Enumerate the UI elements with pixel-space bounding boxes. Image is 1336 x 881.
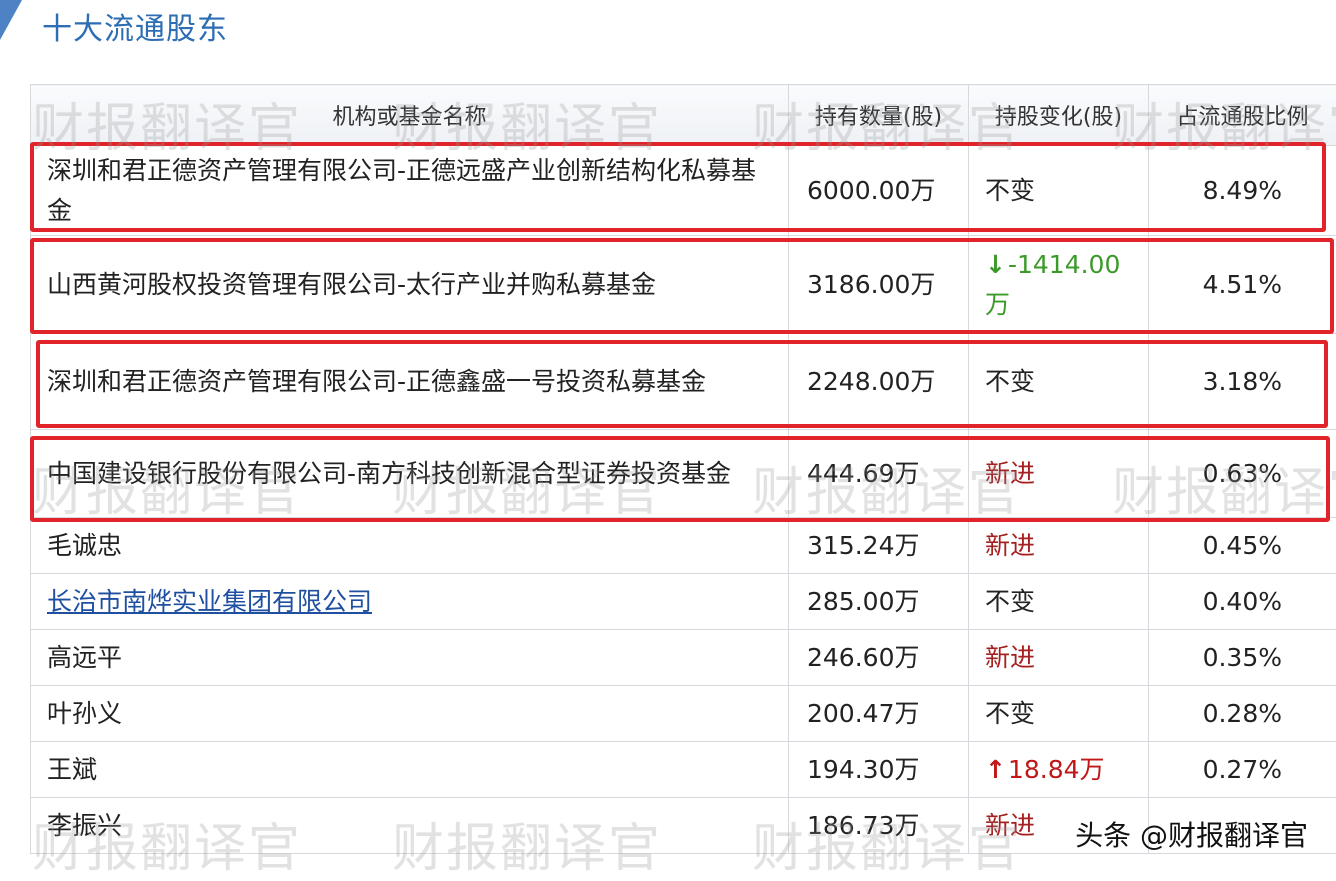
top-ten-shareholders-table: 机构或基金名称 持有数量(股) 持股变化(股) 占流通股比例 深圳和君正德资产管…: [30, 84, 1336, 854]
float-share-ratio-cell: 8.49%: [1149, 146, 1336, 236]
table-row: 中国建设银行股份有限公司-南方科技创新混合型证券投资基金 444.69万新进 0.6…: [31, 430, 1336, 518]
table-row: 毛诚忠 315.24万新进 0.45%: [31, 518, 1336, 574]
holding-quantity-cell: 194.30万: [789, 742, 969, 798]
shareholder-name-cell: 中国建设银行股份有限公司-南方科技创新混合型证券投资基金: [31, 430, 789, 518]
shareholder-name: 毛诚忠: [47, 531, 122, 560]
shareholder-name-cell: 毛诚忠: [31, 518, 789, 574]
table-row: 深圳和君正德资产管理有限公司-正德鑫盛一号投资私募基金 2248.00万不变 3.1…: [31, 334, 1336, 430]
shareholder-name: 深圳和君正德资产管理有限公司-正德鑫盛一号投资私募基金: [47, 367, 706, 396]
holding-change-cell: 新进: [969, 518, 1149, 574]
table-row: 深圳和君正德资产管理有限公司-正德远盛产业创新结构化私募基金 6000.00万不变…: [31, 146, 1336, 236]
float-share-ratio-cell: 0.35%: [1149, 630, 1336, 686]
header-quantity[interactable]: 持有数量(股): [789, 85, 969, 146]
holding-quantity-cell: 3186.00万: [789, 236, 969, 334]
holding-change-cell: ↓-1414.00万: [969, 236, 1149, 334]
shareholder-name-cell: 深圳和君正德资产管理有限公司-正德鑫盛一号投资私募基金: [31, 334, 789, 430]
header-institution-name[interactable]: 机构或基金名称: [31, 85, 789, 146]
float-share-ratio-cell: 0.63%: [1149, 430, 1336, 518]
shareholder-name-cell: 李振兴: [31, 798, 789, 854]
shareholder-name-cell: 深圳和君正德资产管理有限公司-正德远盛产业创新结构化私募基金: [31, 146, 789, 236]
table-row: 山西黄河股权投资管理有限公司-太行产业并购私募基金 3186.00万↓-1414.…: [31, 236, 1336, 334]
shareholder-name: 高远平: [47, 643, 122, 672]
shareholder-name: 中国建设银行股份有限公司-南方科技创新混合型证券投资基金: [47, 459, 731, 488]
holding-quantity-cell: 246.60万: [789, 630, 969, 686]
float-share-ratio-cell: 4.51%: [1149, 236, 1336, 334]
holding-change-cell: 不变: [969, 146, 1149, 236]
shareholder-name-cell[interactable]: 长治市南烨实业集团有限公司: [31, 574, 789, 630]
holding-change-value: 18.84万: [1008, 755, 1105, 784]
holding-quantity-cell: 315.24万: [789, 518, 969, 574]
holding-change-value: 新进: [985, 531, 1035, 560]
holding-change-value: 不变: [985, 176, 1035, 205]
float-share-ratio-cell: 3.18%: [1149, 334, 1336, 430]
float-share-ratio-cell: 0.45%: [1149, 518, 1336, 574]
holding-change-value: 新进: [985, 643, 1035, 672]
header-change[interactable]: 持股变化(股): [969, 85, 1149, 146]
arrow-down-icon: ↓: [985, 250, 1006, 279]
table-row: 长治市南烨实业集团有限公司 285.00万不变 0.40%: [31, 574, 1336, 630]
source-watermark-label: 头条 @财报翻译官: [1075, 814, 1308, 854]
shareholder-name-link[interactable]: 长治市南烨实业集团有限公司: [47, 587, 372, 616]
shareholder-name-cell: 叶孙义: [31, 686, 789, 742]
holding-quantity-cell: 200.47万: [789, 686, 969, 742]
shareholder-name: 深圳和君正德资产管理有限公司-正德远盛产业创新结构化私募基金: [47, 156, 756, 225]
holding-quantity-cell: 444.69万: [789, 430, 969, 518]
holding-change-value: 新进: [985, 811, 1035, 840]
shareholders-table-container: 机构或基金名称 持有数量(股) 持股变化(股) 占流通股比例 深圳和君正德资产管…: [30, 84, 1336, 854]
float-share-ratio-cell: 0.28%: [1149, 686, 1336, 742]
holding-quantity-cell: 2248.00万: [789, 334, 969, 430]
holding-change-cell: 不变: [969, 574, 1149, 630]
corner-accent: [0, 0, 22, 40]
header-ratio[interactable]: 占流通股比例: [1149, 85, 1336, 146]
holding-quantity-cell: 285.00万: [789, 574, 969, 630]
holding-change-value: 不变: [985, 699, 1035, 728]
holding-change-cell: 新进: [969, 630, 1149, 686]
arrow-up-icon: ↑: [985, 755, 1006, 784]
shareholder-name-cell: 王斌: [31, 742, 789, 798]
table-row: 王斌194.30万↑18.84万0.27%: [31, 742, 1336, 798]
table-row: 高远平 246.60万新进 0.35%: [31, 630, 1336, 686]
holding-change-value: 新进: [985, 459, 1035, 488]
shareholder-name: 叶孙义: [47, 699, 122, 728]
holding-change-cell: 不变: [969, 686, 1149, 742]
holding-quantity-cell: 6000.00万: [789, 146, 969, 236]
holding-quantity-cell: 186.73万: [789, 798, 969, 854]
shareholder-name: 王斌: [47, 755, 97, 784]
holding-change-cell: 新进: [969, 430, 1149, 518]
shareholder-name-cell: 山西黄河股权投资管理有限公司-太行产业并购私募基金: [31, 236, 789, 334]
holding-change-value: 不变: [985, 587, 1035, 616]
float-share-ratio-cell: 0.27%: [1149, 742, 1336, 798]
float-share-ratio-cell: 0.40%: [1149, 574, 1336, 630]
table-header-row: 机构或基金名称 持有数量(股) 持股变化(股) 占流通股比例: [31, 85, 1336, 146]
shareholder-name: 山西黄河股权投资管理有限公司-太行产业并购私募基金: [47, 270, 656, 299]
shareholder-name: 李振兴: [47, 811, 122, 840]
holding-change-value: 不变: [985, 367, 1035, 396]
table-row: 叶孙义 200.47万不变 0.28%: [31, 686, 1336, 742]
holding-change-cell: ↑18.84万: [969, 742, 1149, 798]
page-title: 十大流通股东: [42, 4, 228, 48]
shareholder-name-cell: 高远平: [31, 630, 789, 686]
holding-change-cell: 不变: [969, 334, 1149, 430]
